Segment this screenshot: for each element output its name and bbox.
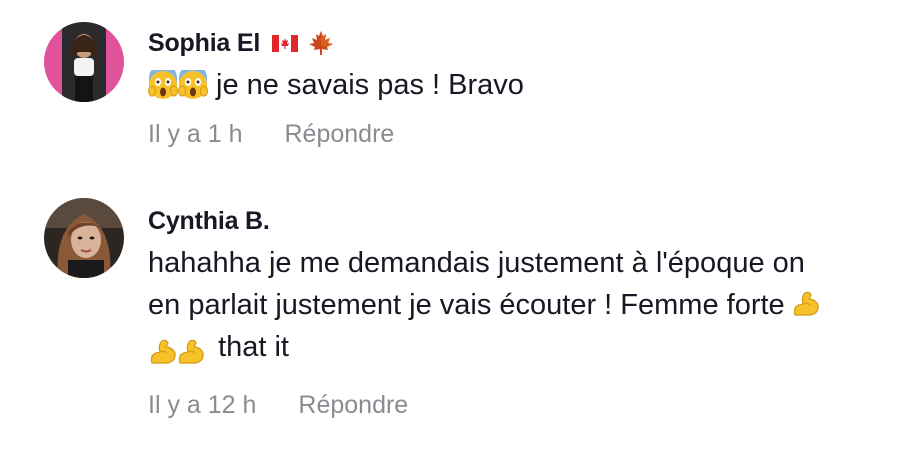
- emoji-group: [148, 64, 208, 106]
- comment-meta: Il y a 12 h Répondre: [148, 391, 916, 420]
- comment-body: Sophia El je ne savais pas ! Bravo Il y …: [148, 26, 916, 149]
- canada-flag-icon: [272, 34, 299, 52]
- comment-text-line: that it: [148, 326, 916, 373]
- comment-text: hahahha je me demandais justement à l'ép…: [148, 242, 916, 373]
- comment-list: Sophia El je ne savais pas ! Bravo Il y …: [0, 0, 924, 452]
- comment-text-content: je ne savais pas ! Bravo: [216, 69, 524, 101]
- comment-item: Cynthia B. hahahha je me demandais juste…: [0, 180, 924, 452]
- reply-button[interactable]: Répondre: [285, 120, 395, 149]
- face-screaming-in-fear-emoji: [148, 64, 178, 100]
- comment-body: Cynthia B. hahahha je me demandais juste…: [148, 204, 916, 420]
- avatar[interactable]: [44, 22, 124, 102]
- username-row: Sophia El: [148, 26, 916, 60]
- reply-button[interactable]: Répondre: [298, 391, 408, 420]
- flexed-biceps-emoji: [148, 337, 178, 367]
- avatar[interactable]: [44, 198, 124, 278]
- flexed-biceps-emoji: [791, 289, 821, 319]
- username-row: Cynthia B.: [148, 204, 916, 238]
- comment-item: Sophia El je ne savais pas ! Bravo Il y …: [0, 0, 924, 180]
- comment-meta: Il y a 1 h Répondre: [148, 120, 916, 149]
- timestamp: Il y a 1 h: [148, 120, 243, 148]
- comment-text-content: en parlait justement je vais écouter ! F…: [148, 289, 785, 321]
- comment-text-line: en parlait justement je vais écouter ! F…: [148, 284, 916, 326]
- flexed-biceps-emoji: [176, 337, 206, 367]
- username[interactable]: Cynthia B.: [148, 207, 270, 236]
- timestamp: Il y a 12 h: [148, 391, 257, 419]
- username[interactable]: Sophia El: [148, 29, 260, 58]
- emoji-group: [148, 331, 204, 373]
- comment-text: je ne savais pas ! Bravo: [148, 64, 916, 106]
- face-screaming-in-fear-emoji: [178, 64, 208, 100]
- comment-text-content: that it: [218, 331, 289, 363]
- maple-leaf-icon: [308, 30, 334, 56]
- comment-text-line: hahahha je me demandais justement à l'ép…: [148, 247, 805, 279]
